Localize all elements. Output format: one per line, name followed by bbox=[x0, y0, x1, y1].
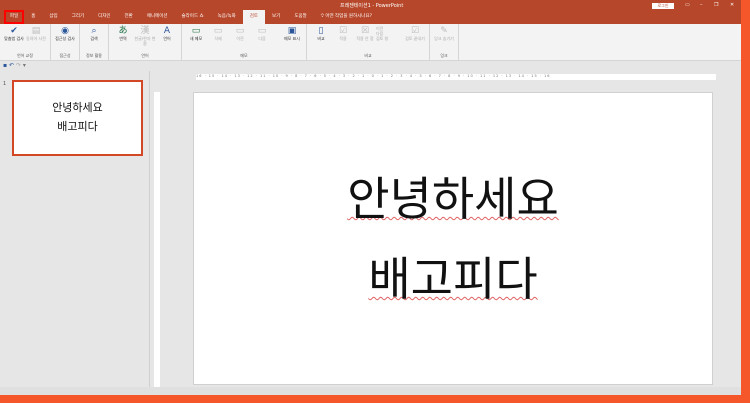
delete-comment-icon: ▭ bbox=[213, 26, 223, 36]
label: 비교 bbox=[317, 36, 325, 41]
end-review-icon: ☑ bbox=[410, 26, 420, 36]
check-icon: ✔ bbox=[10, 26, 18, 36]
slide-text-line-1[interactable]: 안녕하세요 bbox=[194, 163, 712, 229]
tab-file[interactable]: 파일 bbox=[4, 10, 25, 24]
search-icon: ⌕ bbox=[91, 26, 97, 36]
tab-insert[interactable]: 삽입 bbox=[42, 10, 64, 24]
label: 다음 bbox=[258, 36, 266, 41]
thumb-line-2: 배고피다 bbox=[57, 120, 98, 133]
save-icon[interactable]: ▪ bbox=[3, 62, 7, 69]
label: 적용 안 함 bbox=[356, 36, 374, 41]
tab-view[interactable]: 보기 bbox=[265, 10, 287, 24]
text: 배고피다 bbox=[368, 252, 538, 306]
label: 이전 bbox=[236, 36, 244, 41]
signin-button[interactable]: 로그인 bbox=[652, 3, 674, 9]
minimize-icon[interactable]: – bbox=[700, 2, 703, 8]
tab-help[interactable]: 도움말 bbox=[287, 10, 313, 24]
translate-icon: あ bbox=[118, 26, 128, 36]
tab-slideshow[interactable]: 슬라이드 쇼 bbox=[175, 10, 211, 24]
quick-access-toolbar: ▪ ↶ ↷ ▾ bbox=[0, 62, 26, 71]
tab-home[interactable]: 홈 bbox=[24, 10, 42, 24]
slide-text-line-2[interactable]: 배고피다 bbox=[194, 243, 712, 309]
group-label: 비교 bbox=[364, 53, 372, 58]
label: 새 메모 bbox=[189, 36, 203, 41]
window-title: 프레젠테이션1 - PowerPoint bbox=[340, 3, 404, 9]
undo-icon[interactable]: ↶ bbox=[9, 62, 14, 69]
status-bar bbox=[0, 387, 741, 395]
group-accessibility: ◉ 접근성 검사 접근성 bbox=[51, 24, 80, 60]
ink-icon: ✎ bbox=[440, 26, 448, 36]
previous-comment-icon: ▭ bbox=[235, 26, 245, 36]
slide-thumbnail[interactable]: 안녕하세요 배고피다 bbox=[12, 80, 143, 156]
label: 번역 bbox=[119, 36, 127, 41]
horizontal-ruler: 16 · 15 · 14 · 13 · 12 · 11 · 10 · 9 · 8… bbox=[196, 74, 716, 80]
language-icon: A bbox=[163, 26, 171, 36]
reject-icon: ☒ bbox=[360, 26, 370, 36]
next-comment-icon: ▭ bbox=[257, 26, 267, 36]
label: 삭제 bbox=[214, 36, 222, 41]
tab-transitions[interactable]: 전환 bbox=[118, 10, 140, 24]
tell-me-search[interactable]: 💡︎ 어떤 작업을 원하시나요? bbox=[314, 10, 379, 24]
group-comments: ▭ 새 메모 ▭ 삭제 ▭ 이전 ▭ 다음 ▣ 메모 표시 메모 bbox=[182, 24, 307, 60]
label: 메모 표시 bbox=[284, 36, 300, 41]
slide-number: 1 bbox=[3, 81, 7, 87]
ribbon-tabs: 파일 홈 삽입 그리기 디자인 전환 애니메이션 슬라이드 쇼 녹음/녹화 검토… bbox=[0, 10, 379, 24]
ribbon: ✔ 맞춤법 검사 ▤ 동의어 사전 언어 교정 ◉ 접근성 검사 접근성 ⌕ 검색 정보… bbox=[0, 24, 741, 61]
tab-draw[interactable]: 그리기 bbox=[65, 10, 91, 24]
group-proofing: ✔ 맞춤법 검사 ▤ 동의어 사전 언어 교정 bbox=[0, 24, 51, 60]
close-icon[interactable]: ✕ bbox=[730, 2, 734, 8]
label: 한글/한자 변환 bbox=[134, 36, 156, 46]
tell-me-text: 어떤 작업을 원하시나요? bbox=[325, 14, 372, 19]
label: 언어 bbox=[163, 36, 171, 41]
ribbon-options-icon[interactable]: ▭ bbox=[685, 2, 690, 8]
group-label: 접근성 bbox=[59, 53, 71, 58]
group-language: あ 번역 漢 한글/한자 변환 A 언어 언어 bbox=[109, 24, 182, 60]
accessibility-icon: ◉ bbox=[61, 26, 69, 36]
maximize-icon[interactable]: ❐ bbox=[714, 2, 718, 8]
label: 적용 bbox=[339, 36, 347, 41]
group-label: 정보 활용 bbox=[86, 53, 102, 58]
book-icon: ▤ bbox=[31, 26, 41, 36]
slide-canvas[interactable]: 안녕하세요 배고피다 bbox=[193, 92, 713, 385]
tab-record[interactable]: 녹음/녹화 bbox=[211, 10, 243, 24]
powerpoint-window: 프레젠테이션1 - PowerPoint 로그인 ▭ – ❐ ✕ 파일 홈 삽입… bbox=[0, 0, 741, 395]
vertical-ruler bbox=[154, 92, 160, 387]
label: 잉크 숨기기 bbox=[434, 36, 454, 41]
new-comment-icon: ▭ bbox=[191, 26, 201, 36]
group-ink: ✎ 잉크 숨기기 잉크 bbox=[430, 24, 459, 60]
thumb-line-1: 안녕하세요 bbox=[52, 101, 103, 114]
accept-icon: ☑ bbox=[338, 26, 348, 36]
slide-thumbnail-pane: 1 안녕하세요 배고피다 bbox=[0, 71, 150, 395]
tab-animations[interactable]: 애니메이션 bbox=[140, 10, 175, 24]
text: 안녕하세요 bbox=[347, 172, 559, 226]
review-pane-button[interactable]: 검토 창 bbox=[376, 36, 388, 41]
group-insights: ⌕ 검색 정보 활용 bbox=[80, 24, 109, 60]
tab-review[interactable]: 검토 bbox=[242, 10, 266, 24]
label: 맞춤법 검사 bbox=[4, 36, 24, 41]
label: 검색 bbox=[90, 36, 98, 41]
show-comments-icon: ▣ bbox=[287, 26, 297, 36]
tab-design[interactable]: 디자인 bbox=[91, 10, 117, 24]
hanja-icon: 漢 bbox=[140, 26, 150, 36]
group-label: 언어 교정 bbox=[17, 53, 33, 58]
label: 동의어 사전 bbox=[26, 36, 46, 41]
redo-icon[interactable]: ↷ bbox=[16, 62, 21, 69]
group-label: 메모 bbox=[240, 53, 248, 58]
label: 검토 끝내기 bbox=[405, 36, 425, 41]
group-label: 언어 bbox=[141, 53, 149, 58]
customize-qat-icon[interactable]: ▾ bbox=[23, 62, 26, 69]
label: 접근성 검사 bbox=[55, 36, 75, 41]
group-compare: ▯ 비교 ☑ 적용 ☒ 적용 안 함 이전 다음 검토 창 ☑ 검토 끝내기 비교 bbox=[307, 24, 430, 60]
group-label: 잉크 bbox=[440, 53, 448, 58]
compare-icon: ▯ bbox=[318, 26, 324, 36]
